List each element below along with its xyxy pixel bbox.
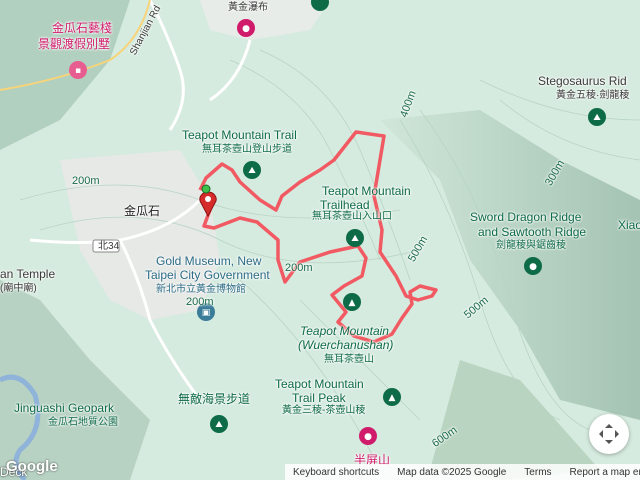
svg-text:⛰: ⛰ — [593, 113, 601, 123]
svg-text:▲: ▲ — [389, 393, 396, 403]
stego-label-zh[interactable]: 黃金五稜·劍龍稜 — [556, 90, 629, 102]
trailhead-label-zh[interactable]: 無耳茶壺山入山口 — [312, 211, 392, 223]
museum-label-zh[interactable]: 新北市立黃金博物館 — [156, 284, 246, 296]
villa-label-1[interactable]: 金瓜石藝棧 — [52, 21, 112, 36]
map-data-text: Map data ©2025 Google — [397, 466, 507, 478]
villa-label-2[interactable]: 景觀渡假別墅 — [38, 37, 110, 52]
museum-label-2[interactable]: Taipei City Government — [145, 268, 270, 283]
fullscreen-icon — [599, 424, 619, 444]
temple-label-en[interactable]: an Temple — [0, 267, 55, 282]
sword-label-zh[interactable]: 劍龍稜與鋸齒稜 — [496, 240, 566, 252]
terms-link[interactable]: Terms — [524, 467, 551, 478]
stego-label-en[interactable]: Stegosaurus Rid — [538, 74, 627, 89]
keyboard-shortcuts-link[interactable]: Keyboard shortcuts — [293, 467, 379, 478]
svg-text:●: ● — [364, 432, 372, 442]
elev-label: 200m — [285, 262, 313, 274]
fullscreen-button[interactable] — [589, 414, 629, 454]
svg-text:▣: ▣ — [202, 308, 211, 318]
trail-label-en[interactable]: Teapot Mountain Trail — [182, 128, 297, 143]
geopark-label-en[interactable]: Jinguashi Geopark — [14, 401, 114, 416]
road-number: 北34 — [98, 241, 120, 252]
google-logo[interactable]: Google — [6, 458, 58, 475]
trailhead-label-1[interactable]: Teapot Mountain — [322, 184, 411, 199]
trail-label-zh[interactable]: 無耳茶壺山登山步道 — [202, 144, 292, 156]
waterfall-label[interactable]: 黃金瀑布 — [228, 2, 268, 14]
svg-text:●: ● — [529, 262, 537, 272]
report-error-link[interactable]: Report a map error — [570, 467, 640, 478]
svg-text:⛰: ⛰ — [215, 420, 223, 430]
xiao-label[interactable]: Xiao — [618, 218, 640, 233]
peak-label-1[interactable]: Teapot Mountain — [275, 377, 364, 392]
svg-text:▲: ▲ — [349, 298, 356, 308]
sword-label-1[interactable]: Sword Dragon Ridge — [470, 210, 581, 225]
attribution-bar: Keyboard shortcuts Map data ©2025 Google… — [285, 464, 640, 480]
svg-text:●: ● — [242, 24, 250, 34]
elev-label: 200m — [72, 175, 100, 187]
geopark-label-zh[interactable]: 金瓜石地質公園 — [48, 417, 118, 429]
mountain-label-1[interactable]: Teapot Mountain — [300, 324, 389, 339]
elev-label: 200m — [186, 296, 214, 308]
museum-label-1[interactable]: Gold Museum, New — [156, 254, 261, 269]
peak-label-zh[interactable]: 黃金三稜-茶壺山稜 — [282, 405, 365, 417]
jinguashi-label: 金瓜石 — [124, 204, 161, 218]
temple-label-zh[interactable]: (廟中廟) — [0, 283, 37, 295]
svg-text:⛰: ⛰ — [351, 234, 359, 244]
mountain-label-2[interactable]: (Wuerchanushan) — [298, 338, 393, 353]
sword-label-2[interactable]: and Sawtooth Ridge — [478, 225, 586, 240]
seaview-label[interactable]: 無敵海景步道 — [178, 392, 250, 407]
peak-label-2[interactable]: Trail Peak — [292, 391, 346, 406]
mountain-label-zh[interactable]: 無耳茶壺山 — [324, 354, 374, 366]
svg-text:▪: ▪ — [75, 66, 81, 76]
svg-text:⛰: ⛰ — [248, 166, 256, 176]
